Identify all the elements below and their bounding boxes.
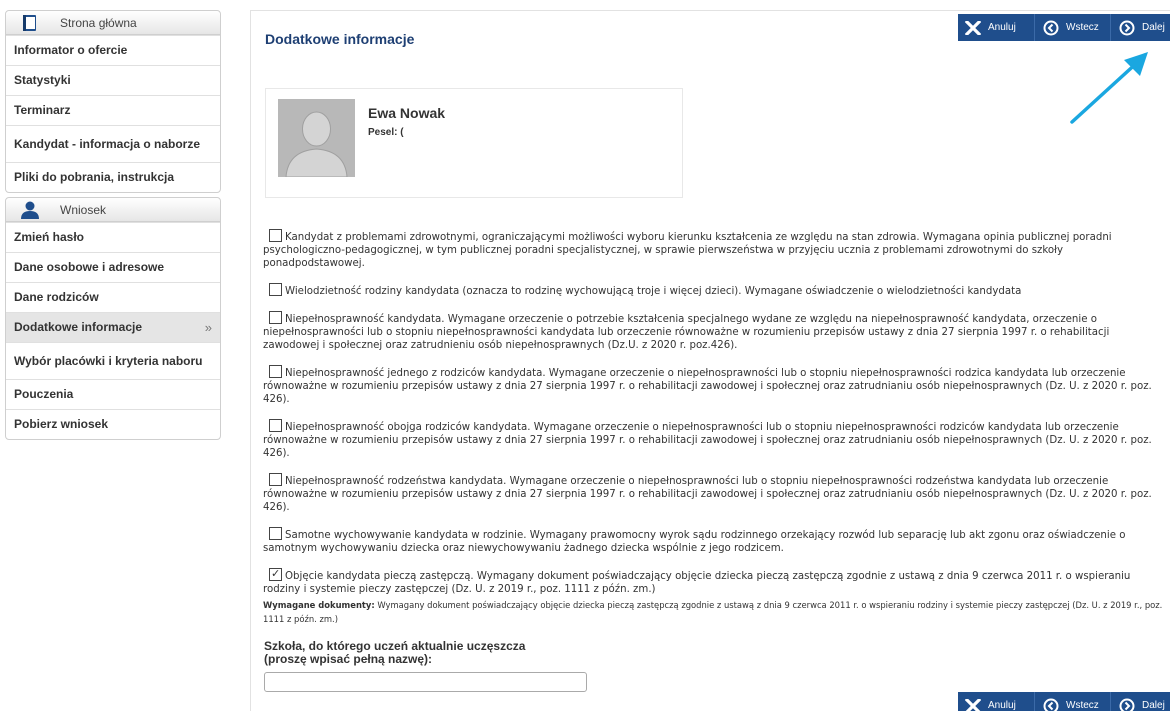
back-circle-icon (1043, 698, 1059, 711)
criterion-disability-one-parent: Niepełnosprawność jednego z rodziców kan… (263, 365, 1163, 406)
home-label: Strona główna (60, 15, 137, 30)
criterion-text: Kandydat z problemami zdrowotnymi, ogran… (263, 232, 1112, 269)
sidebar-item-label: Pliki do pobrania, instrukcja (14, 170, 175, 184)
criterion-text: Samotne wychowywanie kandydata w rodzini… (263, 530, 1126, 554)
cancel-button[interactable]: Anuluj (958, 14, 1035, 41)
criterion-text: Niepełnosprawność kandydata. Wymagane or… (263, 314, 1110, 351)
back-button[interactable]: Wstecz (1035, 692, 1111, 711)
back-circle-icon (1043, 20, 1059, 36)
sidebar-item-dane-rodzicow[interactable]: Dane rodziców (6, 282, 220, 312)
cancel-button[interactable]: Anuluj (958, 692, 1035, 711)
sidebar-item-kandydat-info[interactable]: Kandydat - informacja o naborze (6, 125, 220, 162)
user-icon (18, 200, 42, 220)
criterion-disability-candidate: Niepełnosprawność kandydata. Wymagane or… (263, 311, 1163, 352)
pesel-label: Pesel: (368, 127, 398, 138)
next-button[interactable]: Dalej (1111, 14, 1170, 41)
criterion-checkbox[interactable] (269, 527, 282, 540)
sidebar-item-label: Dodatkowe informacje (14, 320, 143, 334)
sidebar-item-dane-osobowe[interactable]: Dane osobowe i adresowe (6, 252, 220, 282)
wniosek-header: Wniosek (6, 198, 220, 222)
profile-card: Ewa Nowak Pesel: ( (265, 88, 683, 198)
sidebar-item-zmien-haslo[interactable]: Zmień hasło (6, 222, 220, 252)
sidebar-item-label: Terminarz (14, 103, 71, 117)
criterion-large-family: Wielodzietność rodziny kandydata (oznacz… (263, 283, 1163, 298)
avatar (278, 99, 355, 177)
next-label: Dalej (1142, 22, 1165, 33)
next-circle-icon (1119, 698, 1135, 711)
criterion-checkbox[interactable] (269, 473, 282, 486)
criterion-disability-both-parents: Niepełnosprawność obojga rodziców kandyd… (263, 419, 1163, 460)
active-chevron-icon: » (204, 320, 212, 335)
home-box: Strona główna Informator o ofercie Staty… (5, 10, 221, 193)
next-button[interactable]: Dalej (1111, 692, 1170, 711)
required-documents: Wymagane dokumenty: Wymagany dokument po… (263, 598, 1163, 626)
criteria-list: Kandydat z problemami zdrowotnymi, ogran… (263, 229, 1163, 626)
close-icon (965, 20, 981, 35)
sidebar-item-dodatkowe-informacje[interactable]: Dodatkowe informacje » (6, 312, 220, 342)
home-link[interactable]: Strona główna (6, 11, 220, 35)
sidebar-item-label: Statystyki (14, 73, 71, 87)
criterion-single-parent: Samotne wychowywanie kandydata w rodzini… (263, 527, 1163, 555)
next-circle-icon (1119, 20, 1135, 36)
sidebar-item-label: Wybór placówki i kryteria naboru (14, 353, 203, 368)
pesel-row: Pesel: ( (368, 127, 404, 138)
criterion-checkbox[interactable] (269, 229, 282, 242)
school-name-input[interactable] (264, 672, 587, 692)
criterion-text: Objęcie kandydata pieczą zastępczą. Wyma… (263, 571, 1131, 595)
back-button[interactable]: Wstecz (1035, 14, 1111, 41)
sidebar-item-label: Dane rodziców (14, 290, 99, 304)
criterion-disability-siblings: Niepełnosprawność rodzeństwa kandydata. … (263, 473, 1163, 514)
criterion-text: Niepełnosprawność obojga rodziców kandyd… (263, 422, 1152, 459)
candidate-name: Ewa Nowak (368, 105, 446, 121)
next-label: Dalej (1142, 700, 1165, 711)
criterion-text: Wielodzietność rodziny kandydata (oznacz… (285, 286, 1022, 297)
toolbar-bottom: Anuluj Wstecz Dalej (958, 692, 1170, 711)
criterion-checkbox[interactable] (269, 311, 282, 324)
criterion-checkbox[interactable] (269, 419, 282, 432)
required-documents-label: Wymagane dokumenty: (263, 600, 375, 610)
required-documents-text: Wymagany dokument poświadczający objęcie… (263, 600, 1163, 624)
school-label-line2: (proszę wpisać pełną nazwę): (264, 652, 433, 666)
wniosek-label: Wniosek (60, 202, 107, 217)
pesel-value: ( (400, 127, 404, 138)
sidebar-item-pliki[interactable]: Pliki do pobrania, instrukcja (6, 162, 220, 192)
sidebar-item-label: Pouczenia (14, 387, 74, 401)
sidebar: Strona główna Informator o ofercie Staty… (5, 10, 221, 444)
book-icon (18, 13, 42, 33)
criterion-health: Kandydat z problemami zdrowotnymi, ogran… (263, 229, 1163, 270)
close-icon (965, 698, 981, 711)
sidebar-item-terminarz[interactable]: Terminarz (6, 95, 220, 125)
pointer-arrow-icon (1070, 52, 1148, 124)
sidebar-item-wybor-placowki[interactable]: Wybór placówki i kryteria naboru (6, 342, 220, 379)
cancel-label: Anuluj (988, 700, 1016, 711)
wniosek-box: Wniosek Zmień hasło Dane osobowe i adres… (5, 197, 221, 440)
criterion-text: Niepełnosprawność rodzeństwa kandydata. … (263, 476, 1152, 513)
school-field-label: Szkoła, do którego uczeń aktualnie uczęs… (264, 640, 525, 666)
sidebar-item-pouczenia[interactable]: Pouczenia (6, 379, 220, 409)
page-title: Dodatkowe informacje (265, 31, 415, 47)
sidebar-item-label: Dane osobowe i adresowe (14, 260, 165, 274)
sidebar-item-pobierz-wniosek[interactable]: Pobierz wniosek (6, 409, 220, 439)
sidebar-item-label: Zmień hasło (14, 230, 85, 244)
sidebar-item-informator[interactable]: Informator o ofercie (6, 35, 220, 65)
criterion-checkbox-checked[interactable] (269, 567, 282, 581)
back-label: Wstecz (1066, 700, 1099, 711)
criterion-foster-care: Objęcie kandydata pieczą zastępczą. Wyma… (263, 567, 1163, 596)
sidebar-item-label: Informator o ofercie (14, 43, 128, 57)
back-label: Wstecz (1066, 22, 1099, 33)
criterion-checkbox[interactable] (269, 283, 282, 296)
sidebar-item-label: Kandydat - informacja o naborze (14, 136, 201, 151)
sidebar-item-label: Pobierz wniosek (14, 417, 109, 431)
cancel-label: Anuluj (988, 22, 1016, 33)
criterion-text: Niepełnosprawność jednego z rodziców kan… (263, 368, 1152, 405)
criterion-checkbox[interactable] (269, 365, 282, 378)
toolbar-top: Anuluj Wstecz Dalej (958, 14, 1170, 41)
sidebar-item-statystyki[interactable]: Statystyki (6, 65, 220, 95)
